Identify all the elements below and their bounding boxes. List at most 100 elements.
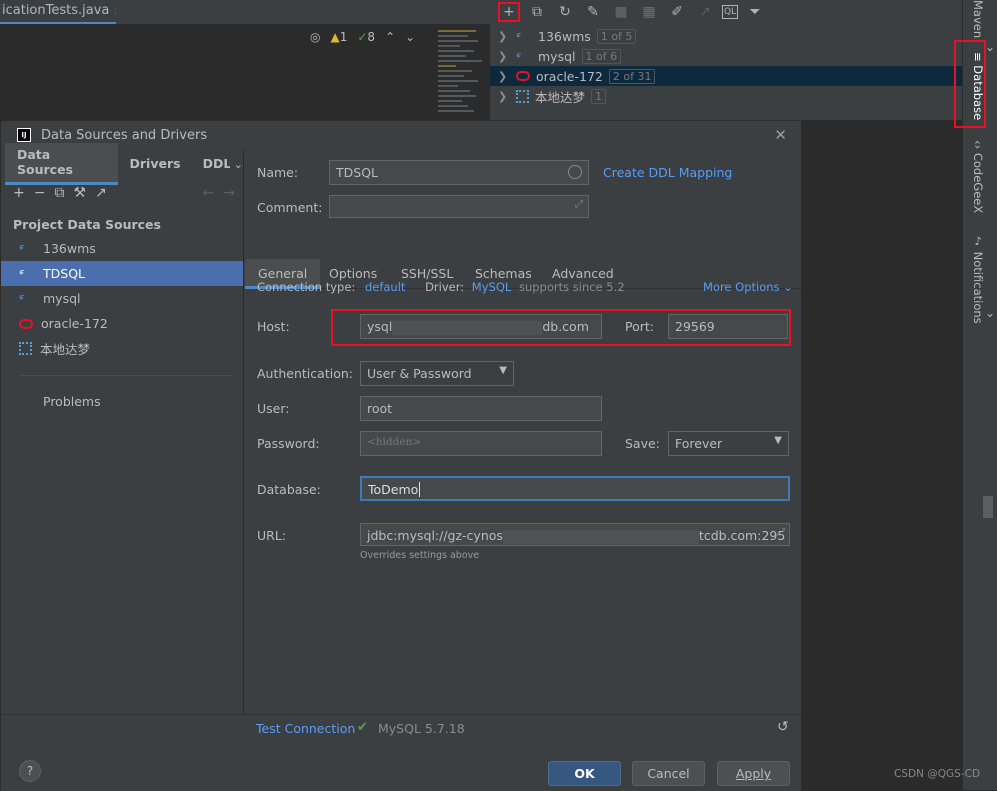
oracle-icon: [516, 71, 530, 81]
plus-icon[interactable]: +: [498, 2, 520, 22]
chevron-up-icon[interactable]: ⌃: [385, 30, 395, 44]
connection-type-label: Connection type:: [257, 280, 356, 294]
check-count[interactable]: ✓8: [357, 30, 375, 44]
expand-icon[interactable]: ⤢: [777, 527, 785, 538]
mysql-icon: ᶝ: [516, 48, 522, 64]
tool-tab-maven[interactable]: Maven: [963, 0, 985, 38]
data-sources-dialog: IJ Data Sources and Drivers ✕ Data Sourc…: [0, 120, 801, 791]
edit-schema-icon[interactable]: ✎: [582, 4, 604, 20]
chevron-right-icon[interactable]: ❯: [498, 90, 510, 103]
bell-icon: ♪: [971, 234, 985, 252]
database-field[interactable]: ToDemo: [360, 476, 790, 501]
source-item-136wms[interactable]: ᶝ 136wms: [1, 236, 243, 261]
expand-icon[interactable]: ⤢: [575, 199, 583, 210]
pencil-icon[interactable]: ✐: [666, 4, 688, 20]
tool-tab-notifications[interactable]: ♪ Notifications: [963, 234, 985, 326]
url-note: Overrides settings above: [360, 550, 480, 561]
chevron-right-icon[interactable]: ❯: [498, 70, 510, 83]
host-label: Host:: [257, 319, 290, 334]
comment-field[interactable]: ⤢: [329, 195, 589, 218]
tab-data-sources[interactable]: Data Sources: [5, 143, 118, 185]
driver-link[interactable]: MySQL: [472, 280, 512, 294]
source-item-mysql[interactable]: ᶝ mysql: [1, 286, 243, 311]
source-item-local-dm[interactable]: 本地达梦: [1, 336, 243, 361]
text-cursor: [419, 482, 421, 497]
warning-count[interactable]: ▲1: [330, 30, 347, 44]
scrollbar[interactable]: [983, 496, 993, 518]
jump-icon[interactable]: ↗: [694, 4, 716, 20]
left-tabs: Data Sources Drivers DDL ⌄: [1, 143, 243, 185]
database-tree: ❯ ᶝ 136wms 1 of 5 ❯ ᶝ mysql 1 of 6 ❯ oracle-172…: [490, 26, 962, 120]
save-label: Save:: [625, 436, 660, 451]
badge: 1 of 6: [581, 48, 622, 64]
copy-icon[interactable]: ⧉: [526, 4, 548, 20]
open-external-icon[interactable]: ↗: [95, 185, 107, 201]
dropdown-arrow-icon: ▼: [499, 365, 507, 376]
mysql-icon: ᶝ: [516, 28, 522, 44]
chevron-right-icon[interactable]: ❯: [498, 50, 510, 63]
duplicate-icon[interactable]: ⧉: [54, 185, 64, 201]
help-button[interactable]: ?: [19, 760, 41, 782]
create-ddl-mapping-link[interactable]: Create DDL Mapping: [603, 165, 732, 180]
host-field[interactable]: ysql db.com: [360, 314, 602, 339]
editor-tab[interactable]: icationTests.java×: [0, 0, 116, 24]
filter-icon[interactable]: ⏷: [744, 4, 766, 20]
dropdown-arrow-icon: ▼: [774, 435, 782, 446]
inspection-widget[interactable]: ◎ ▲1 ✓8 ⌃ ⌄: [310, 28, 415, 46]
chevron-right-icon[interactable]: ❯: [498, 30, 510, 43]
comment-label: Comment:: [257, 200, 323, 215]
chevron-down-icon[interactable]: ⌄: [234, 158, 243, 171]
apply-button[interactable]: Apply: [717, 761, 790, 786]
port-field[interactable]: 29569: [668, 314, 788, 339]
stop-icon[interactable]: ■: [610, 4, 632, 20]
tool-tab-codegeex[interactable]: ‹› CodeGeeX: [963, 140, 985, 220]
name-field[interactable]: TDSQL: [329, 160, 589, 185]
password-field[interactable]: <hidden>: [360, 431, 602, 456]
test-connection-link[interactable]: Test Connection: [256, 721, 355, 736]
chevron-down-icon[interactable]: ⌄: [985, 306, 995, 320]
user-field[interactable]: root: [360, 396, 602, 421]
console-icon[interactable]: QL: [722, 5, 738, 19]
undo-icon[interactable]: ↺: [777, 719, 789, 735]
ok-button[interactable]: OK: [548, 761, 621, 786]
tree-item-oracle-172[interactable]: ❯ oracle-172 2 of 31: [490, 66, 962, 86]
color-circle-icon[interactable]: [568, 165, 582, 179]
redacted-text: [392, 320, 543, 335]
source-item-oracle-172[interactable]: oracle-172: [1, 311, 243, 336]
forward-arrow-icon[interactable]: →: [223, 185, 235, 201]
tree-item-local-dm[interactable]: ❯ 本地达梦 1: [490, 86, 962, 106]
add-icon[interactable]: +: [13, 185, 25, 201]
right-pane: Name: TDSQL Create DDL Mapping Comment: …: [245, 149, 801, 714]
warning-icon: ▲: [330, 30, 340, 44]
close-icon[interactable]: ✕: [774, 126, 787, 144]
cancel-button[interactable]: Cancel: [632, 761, 705, 786]
tree-item-mysql[interactable]: ❯ ᶝ mysql 1 of 6: [490, 46, 962, 66]
refresh-icon[interactable]: ↻: [554, 4, 576, 20]
editor-area[interactable]: [0, 24, 490, 120]
tool-tab-database[interactable]: ≡ Database: [963, 52, 985, 124]
table-icon[interactable]: ▦: [638, 4, 660, 20]
authentication-select[interactable]: User & Password ▼: [360, 361, 514, 386]
problems-item[interactable]: Problems: [1, 376, 243, 409]
tree-item-136wms[interactable]: ❯ ᶝ 136wms 1 of 5: [490, 26, 962, 46]
editor-tab-bar: [116, 0, 490, 24]
connection-type-link[interactable]: default: [365, 280, 405, 294]
oracle-icon: [19, 318, 33, 329]
more-options-link[interactable]: More Options ⌄: [703, 280, 793, 294]
chevron-down-icon[interactable]: ⌄: [405, 30, 415, 44]
save-select[interactable]: Forever ▼: [668, 431, 789, 456]
redacted-text: [502, 529, 699, 544]
wrench-icon[interactable]: ⚒: [73, 185, 86, 201]
tab-drivers[interactable]: Drivers: [118, 152, 191, 176]
source-item-tdsql[interactable]: ᶝ TDSQL: [1, 261, 243, 286]
driver-note: supports since 5.2: [518, 280, 625, 294]
url-label: URL:: [257, 528, 287, 543]
tab-ddl[interactable]: DDL: [191, 152, 230, 176]
eye-slash-icon[interactable]: ◎: [310, 30, 320, 44]
url-field[interactable]: jdbc:mysql://gz-cynos tcdb.com:295 ⤢: [360, 523, 790, 546]
back-arrow-icon[interactable]: ←: [203, 185, 215, 201]
remove-icon[interactable]: −: [34, 185, 46, 201]
database-icon: ≡: [971, 52, 985, 66]
local-db-icon: [516, 89, 529, 103]
chevron-down-icon[interactable]: ⌄: [985, 40, 995, 54]
